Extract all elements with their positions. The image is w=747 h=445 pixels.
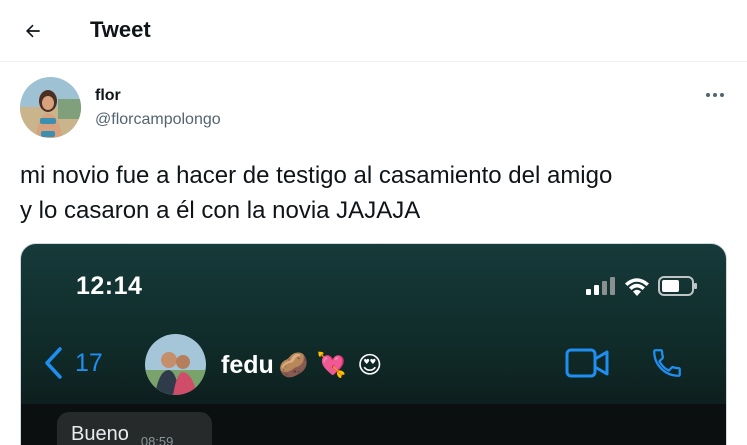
tweet-media-image[interactable]: 12:14 17 fedu 🥔 💘 😍 Bueno 08:59 xyxy=(20,243,727,445)
contact-avatar[interactable] xyxy=(145,334,206,395)
phone-icon xyxy=(653,349,681,377)
status-bar-time: 12:14 xyxy=(76,272,143,300)
video-call-button[interactable] xyxy=(565,348,609,383)
author-handle[interactable]: @florcampolongo xyxy=(95,110,221,129)
avatar-photo xyxy=(20,77,81,138)
arrow-left-icon xyxy=(26,24,40,38)
contact-photo xyxy=(145,334,206,395)
message-time: 08:59 xyxy=(140,434,174,445)
tweet-header: Tweet xyxy=(0,0,747,62)
back-button[interactable] xyxy=(18,16,48,46)
signal-icon xyxy=(586,277,615,295)
tweet-text: mi novio fue a hacer de testigo al casam… xyxy=(20,162,613,224)
contact-name[interactable]: fedu 🥔 💘 😍 xyxy=(221,348,388,382)
author-name[interactable]: flor xyxy=(95,86,121,105)
contact-name-text: fedu xyxy=(221,350,274,379)
status-bar-icons xyxy=(586,276,698,296)
chat-messages: Bueno 08:59 xyxy=(21,404,726,445)
potato-emoji-icon: 🥔 xyxy=(278,351,309,379)
more-options-button[interactable] xyxy=(702,86,728,104)
page-title: Tweet xyxy=(90,17,151,42)
message-bubble[interactable]: Bueno 08:59 xyxy=(57,412,212,445)
message-text: Bueno xyxy=(71,423,129,445)
author-avatar[interactable] xyxy=(20,77,81,138)
video-call-icon xyxy=(565,348,609,378)
more-horizontal-icon xyxy=(706,93,724,97)
chat-back-button[interactable]: 17 xyxy=(43,346,103,380)
chat-header: 17 fedu 🥔 💘 😍 xyxy=(21,334,726,404)
voice-call-button[interactable] xyxy=(650,346,684,385)
wifi-icon xyxy=(625,278,649,296)
unread-count: 17 xyxy=(75,348,103,377)
heart-arrow-emoji-icon: 💘 xyxy=(316,351,347,379)
battery-icon xyxy=(658,276,697,296)
heart-eyes-emoji-icon: 😍 xyxy=(357,351,383,379)
chevron-left-icon xyxy=(45,347,62,379)
